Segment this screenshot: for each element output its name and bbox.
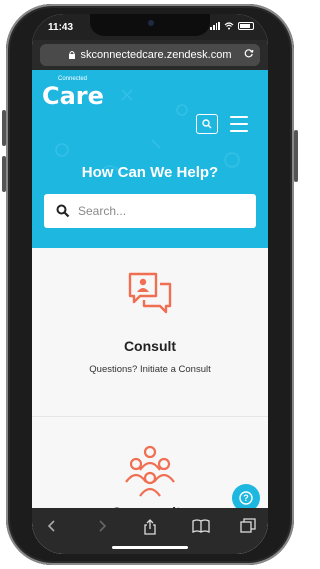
menu-icon[interactable] <box>230 116 248 132</box>
card-divider <box>32 416 268 417</box>
address-field[interactable]: skconnectedcare.zendesk.com <box>40 44 260 66</box>
url-text: skconnectedcare.zendesk.com <box>80 49 232 61</box>
home-indicator <box>112 546 188 549</box>
search-placeholder: Search... <box>78 204 127 218</box>
status-bar: 11:43 <box>32 14 268 40</box>
share-icon[interactable] <box>142 518 158 536</box>
status-time: 11:43 <box>48 22 74 33</box>
tabs-icon[interactable] <box>240 518 256 534</box>
forward-icon[interactable] <box>96 518 108 534</box>
community-icon[interactable] <box>118 444 182 498</box>
notch <box>90 14 210 36</box>
back-icon[interactable] <box>46 518 58 534</box>
side-button-left <box>2 110 6 146</box>
search-input[interactable]: Search... <box>44 194 256 228</box>
screen: 11:43 skconnectedcare.zendesk.com Connec… <box>32 14 268 554</box>
side-button-left-2 <box>2 156 6 192</box>
browser-url-bar: skconnectedcare.zendesk.com <box>32 40 268 70</box>
side-button-right <box>294 130 298 182</box>
consult-icon[interactable] <box>126 270 174 320</box>
bookmarks-icon[interactable] <box>192 518 210 534</box>
reload-icon[interactable] <box>244 48 254 58</box>
status-icons <box>210 22 254 30</box>
header-search-button[interactable] <box>196 114 218 134</box>
search-icon <box>202 119 212 129</box>
logo[interactable]: Care <box>42 82 104 110</box>
battery-icon <box>238 22 254 30</box>
card-consult-title[interactable]: Consult <box>32 338 268 354</box>
search-icon <box>56 204 70 218</box>
lock-icon <box>69 51 76 59</box>
hero-title: How Can We Help? <box>81 164 219 181</box>
hero-banner: Connected Care How Can We Help? Search..… <box>32 70 268 248</box>
wifi-icon <box>224 22 234 30</box>
front-camera <box>148 20 154 26</box>
help-label: ? <box>243 493 249 503</box>
card-consult-subtitle: Questions? Initiate a Consult <box>89 364 211 375</box>
signal-icon <box>210 22 220 30</box>
